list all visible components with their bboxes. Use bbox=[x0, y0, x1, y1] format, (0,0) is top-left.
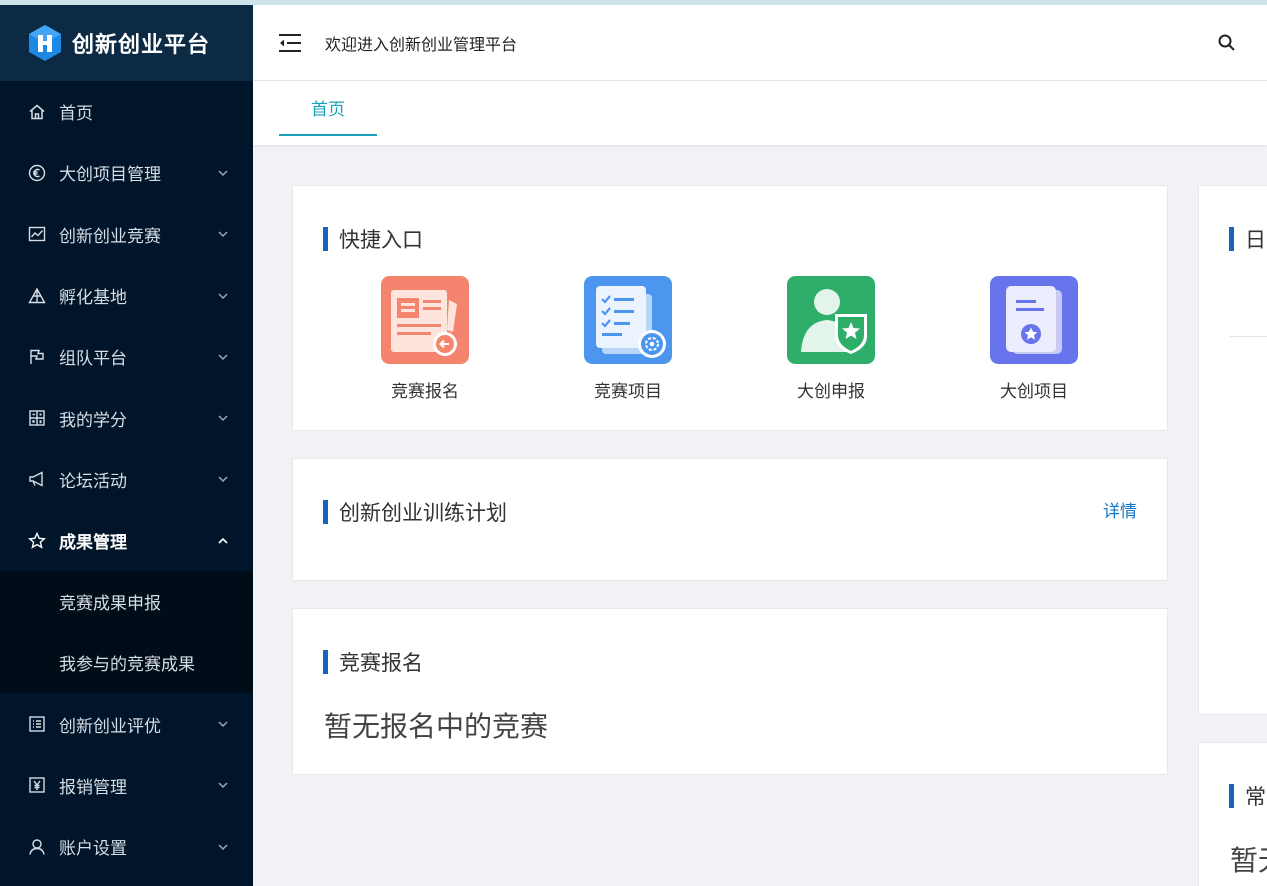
empty-state-text: 暂无 bbox=[1230, 844, 1267, 877]
sidebar-item-label: 报销管理 bbox=[59, 777, 127, 798]
sidebar-item-competition[interactable]: 创新创业竞赛 bbox=[0, 204, 253, 265]
sidebar-item-results[interactable]: 成果管理 bbox=[0, 510, 253, 571]
megaphone-icon bbox=[28, 470, 46, 488]
divider bbox=[1230, 336, 1267, 337]
quick-item-label: 大创项目 bbox=[1000, 382, 1068, 402]
quick-item-label: 竞赛报名 bbox=[391, 382, 459, 402]
sidebar-item-forum[interactable]: 论坛活动 bbox=[0, 449, 253, 510]
quick-item-competition-project[interactable]: 竞赛项目 bbox=[568, 276, 688, 402]
quick-item-dachuang-project[interactable]: 大创项目 bbox=[974, 276, 1094, 402]
top-header: 欢迎进入创新创业管理平台 bbox=[253, 5, 1267, 81]
dachuang-apply-icon bbox=[787, 276, 875, 364]
welcome-text: 欢迎进入创新创业管理平台 bbox=[325, 34, 518, 54]
sidebar-item-incubation[interactable]: 孵化基地 bbox=[0, 265, 253, 326]
card-title: 创新创业训练计划 bbox=[323, 497, 507, 527]
search-icon[interactable] bbox=[1217, 33, 1237, 53]
user-icon bbox=[28, 838, 46, 856]
sidebar-item-label: 首页 bbox=[59, 104, 93, 125]
right-card-1: 日 bbox=[1198, 185, 1267, 715]
sidebar-item-label: 孵化基地 bbox=[59, 288, 127, 309]
dachuang-project-icon bbox=[990, 276, 1078, 364]
tab-home[interactable]: 首页 bbox=[279, 81, 377, 136]
quick-entry-card: 快捷入口 竞赛报名 竞赛项目 大创申报 大创项目 bbox=[292, 185, 1168, 431]
chevron-down-icon bbox=[218, 170, 228, 176]
competition-project-icon bbox=[584, 276, 672, 364]
sidebar-item-label: 创新创业评优 bbox=[59, 716, 161, 737]
star-icon bbox=[28, 531, 46, 550]
sidebar-menu: 首页 大创项目管理 创新创业竞赛 孵化基地 组队平台 我的学分 论坛活动 成果管… bbox=[0, 81, 253, 571]
training-plan-card: 创新创业训练计划 详情 bbox=[292, 458, 1168, 581]
brand-title: 创新创业平台 bbox=[72, 33, 211, 58]
chevron-down-icon bbox=[218, 354, 228, 360]
competition-signup-icon bbox=[381, 276, 469, 364]
submenu-item-result-apply[interactable]: 竞赛成果申报 bbox=[0, 571, 253, 632]
quick-item-label: 竞赛项目 bbox=[594, 382, 662, 402]
submenu-results: 竞赛成果申报 我参与的竞赛成果 bbox=[0, 571, 253, 694]
sidebar-item-label: 大创项目管理 bbox=[59, 165, 161, 186]
card-title: 常 bbox=[1229, 781, 1266, 811]
quick-item-label: 大创申报 bbox=[797, 382, 865, 402]
sidebar-item-label: 创新创业竞赛 bbox=[59, 226, 161, 247]
sidebar-item-dachuang-management[interactable]: 大创项目管理 bbox=[0, 142, 253, 203]
chevron-down-icon bbox=[218, 293, 228, 299]
sidebar: 创新创业平台 首页 大创项目管理 创新创业竞赛 孵化基地 组队平台 我的学分 论… bbox=[0, 5, 253, 886]
calculator-icon bbox=[28, 409, 46, 427]
flag-icon bbox=[28, 348, 46, 366]
quick-item-dachuang-apply[interactable]: 大创申报 bbox=[771, 276, 891, 402]
chevron-down-icon bbox=[218, 231, 228, 238]
sidebar-item-label: 论坛活动 bbox=[59, 471, 127, 492]
sidebar-item-label: 组队平台 bbox=[59, 349, 127, 370]
competition-signup-card: 竞赛报名 暂无报名中的竞赛 bbox=[292, 608, 1168, 775]
euro-circle-icon bbox=[28, 164, 46, 182]
menu-fold-icon[interactable] bbox=[277, 32, 303, 54]
chevron-up-icon bbox=[218, 537, 228, 544]
submenu-item-label: 竞赛成果申报 bbox=[59, 594, 161, 615]
empty-state-text: 暂无报名中的竞赛 bbox=[324, 710, 549, 743]
chevron-down-icon bbox=[218, 415, 228, 422]
brand[interactable]: 创新创业平台 bbox=[0, 5, 253, 81]
pyramid-icon bbox=[28, 287, 46, 305]
chevron-down-icon bbox=[218, 476, 228, 483]
submenu-item-my-results[interactable]: 我参与的竞赛成果 bbox=[0, 632, 253, 693]
submenu-item-label: 我参与的竞赛成果 bbox=[59, 655, 195, 676]
sidebar-item-label: 账户设置 bbox=[59, 839, 127, 860]
chevron-down-icon bbox=[218, 721, 228, 728]
sidebar-item-home[interactable]: 首页 bbox=[0, 81, 253, 142]
sidebar-item-reimbursement[interactable]: 报销管理 bbox=[0, 755, 253, 816]
yen-icon bbox=[28, 776, 46, 794]
chevron-down-icon bbox=[218, 844, 228, 850]
sidebar-menu-lower: 创新创业评优 报销管理 账户设置 bbox=[0, 693, 253, 877]
card-title: 竞赛报名 bbox=[323, 647, 423, 677]
sidebar-item-team[interactable]: 组队平台 bbox=[0, 326, 253, 387]
tabs-bar: 首页 bbox=[253, 81, 1267, 145]
sidebar-item-credits[interactable]: 我的学分 bbox=[0, 387, 253, 448]
line-chart-icon bbox=[28, 225, 46, 243]
sidebar-item-account[interactable]: 账户设置 bbox=[0, 816, 253, 877]
right-card-2: 常 暂无 bbox=[1198, 742, 1267, 886]
quick-item-competition-signup[interactable]: 竞赛报名 bbox=[365, 276, 485, 402]
sidebar-item-evaluation[interactable]: 创新创业评优 bbox=[0, 693, 253, 754]
home-icon bbox=[28, 103, 46, 121]
sidebar-item-label: 我的学分 bbox=[59, 410, 127, 431]
quick-entry-grid: 竞赛报名 竞赛项目 大创申报 大创项目 bbox=[293, 276, 1168, 406]
chevron-down-icon bbox=[218, 782, 228, 789]
card-title: 快捷入口 bbox=[323, 224, 423, 254]
card-title: 日 bbox=[1229, 224, 1266, 254]
list-icon bbox=[28, 715, 46, 733]
logo-icon bbox=[29, 25, 61, 61]
detail-link[interactable]: 详情 bbox=[1103, 497, 1137, 522]
sidebar-item-label: 成果管理 bbox=[59, 533, 127, 554]
